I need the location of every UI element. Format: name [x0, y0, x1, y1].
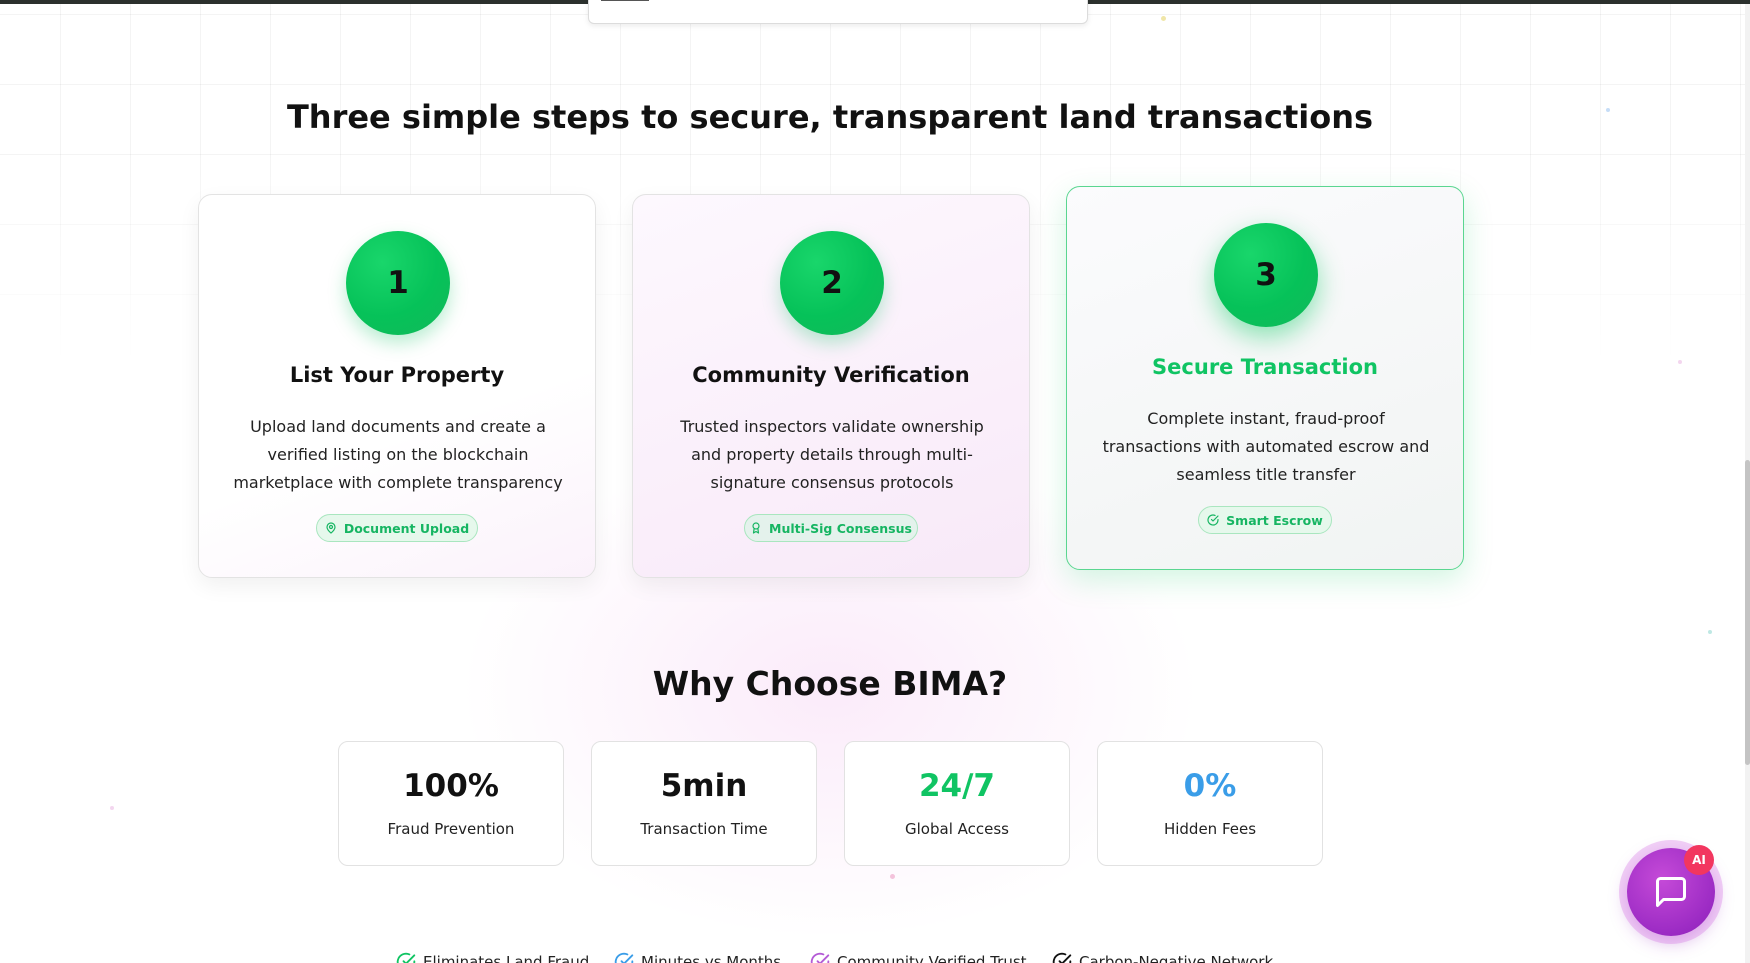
decorative-dot	[890, 874, 895, 879]
benefit-item: Carbon-Negative Network	[1052, 952, 1273, 963]
step-number: 3	[1214, 223, 1318, 327]
stat-label: Transaction Time	[640, 820, 768, 838]
step-description: Complete instant, fraud-proof transactio…	[1102, 409, 1430, 484]
benefit-item: Community Verified Trust	[810, 952, 1027, 963]
check-circle-icon	[1052, 952, 1072, 963]
check-circle-icon	[1207, 514, 1219, 526]
award-icon	[752, 522, 760, 534]
overlay-link[interactable]	[601, 0, 649, 1]
ai-badge: AI	[1684, 845, 1714, 875]
step-title: Community Verification	[692, 363, 970, 387]
step-badge-label: Smart Escrow	[1226, 512, 1323, 528]
decorative-dot	[110, 806, 114, 810]
stat-value: 5min	[660, 768, 748, 804]
stat-card-global-access: 24/7 Global Access	[844, 741, 1070, 866]
step-title: List Your Property	[289, 363, 505, 387]
step-badge-label: Document Upload	[343, 520, 470, 536]
check-circle-icon	[614, 952, 634, 963]
benefit-label: Community Verified Trust	[837, 953, 1027, 963]
decorative-dot	[1161, 16, 1166, 21]
benefit-item: Eliminates Land Fraud	[396, 952, 589, 963]
step-number: 2	[780, 231, 884, 335]
why-section-title: Why Choose BIMA?	[652, 664, 1008, 703]
step-card-community-verification: 2 Community Verification Trusted inspect…	[632, 194, 1030, 578]
step-badge-label: Multi-Sig Consensus	[769, 520, 912, 536]
stat-value: 100%	[403, 768, 499, 804]
step-card-secure-transaction: 3 Secure Transaction Complete instant, f…	[1066, 186, 1464, 570]
benefit-item: Minutes vs Months	[614, 952, 781, 963]
stat-card-hidden-fees: 0% Hidden Fees	[1097, 741, 1323, 866]
stat-value: 24/7	[918, 768, 996, 804]
scrollbar-thumb[interactable]	[1745, 460, 1750, 765]
stat-label: Fraud Prevention	[387, 820, 515, 838]
step-title: Secure Transaction	[1152, 355, 1378, 379]
benefit-label: Carbon-Negative Network	[1079, 953, 1274, 963]
decorative-dot	[1708, 630, 1712, 634]
benefit-label: Eliminates Land Fraud	[423, 953, 590, 963]
steps-section-title: Three simple steps to secure, transparen…	[286, 98, 1374, 136]
top-overlay-panel	[588, 0, 1088, 24]
check-circle-icon	[396, 952, 416, 963]
step-card-list-property: 1 List Your Property Upload land documen…	[198, 194, 596, 578]
decorative-dot	[1678, 360, 1682, 364]
stat-card-transaction-time: 5min Transaction Time	[591, 741, 817, 866]
message-square-icon	[1656, 877, 1686, 907]
step-badge: Document Upload	[316, 514, 478, 542]
step-description: Upload land documents and create a verif…	[233, 417, 563, 492]
step-badge: Smart Escrow	[1198, 506, 1332, 534]
stat-label: Hidden Fees	[1163, 820, 1257, 838]
benefit-label: Minutes vs Months	[641, 953, 782, 963]
step-number: 1	[346, 231, 450, 335]
map-pin-icon	[326, 522, 336, 534]
check-circle-icon	[810, 952, 830, 963]
step-badge: Multi-Sig Consensus	[744, 514, 918, 542]
stat-value: 0%	[1183, 768, 1237, 804]
stat-card-fraud-prevention: 100% Fraud Prevention	[338, 741, 564, 866]
stat-label: Global Access	[905, 820, 1009, 838]
step-description: Trusted inspectors validate ownership an…	[680, 417, 984, 492]
